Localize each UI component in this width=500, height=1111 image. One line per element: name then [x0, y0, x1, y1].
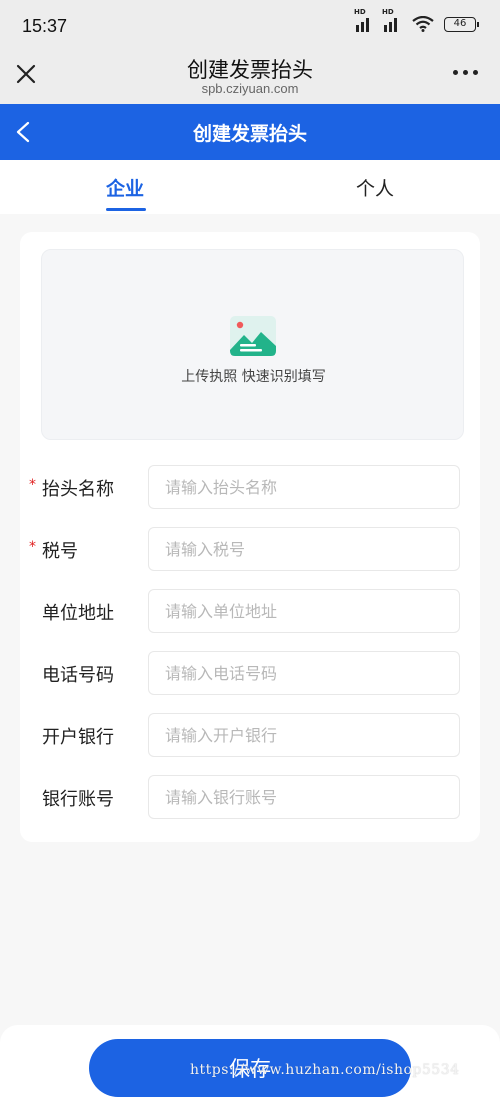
bank-account-input[interactable]	[148, 775, 460, 819]
more-icon[interactable]	[453, 70, 478, 75]
required-mark: *	[29, 539, 36, 555]
field-phone-number: 电话号码	[20, 651, 480, 695]
upload-license-button[interactable]: 上传执照 快速识别填写	[41, 249, 464, 440]
field-label: 抬头名称	[42, 479, 114, 500]
phone-number-input[interactable]	[148, 651, 460, 695]
company-address-input[interactable]	[148, 589, 460, 633]
field-title-name: * 抬头名称	[20, 465, 480, 509]
tab-company[interactable]: 企业	[0, 174, 250, 201]
page-title: 创建发票抬头	[192, 123, 307, 145]
status-bar: 15:37 HD HD 46	[0, 0, 500, 52]
title-name-input[interactable]	[148, 465, 460, 509]
required-mark: *	[29, 477, 36, 493]
field-label: 电话号码	[42, 665, 114, 686]
invoice-form-card: 上传执照 快速识别填写 * 抬头名称 * 税号 单位地址 电话号码 开户银行 银…	[20, 232, 480, 842]
signal-icon: HD	[354, 8, 374, 32]
status-icons: HD HD 46	[354, 8, 479, 32]
field-label: 银行账号	[42, 789, 114, 810]
status-time: 15:37	[22, 16, 68, 36]
field-label: 税号	[42, 541, 78, 562]
field-bank-name: 开户银行	[20, 713, 480, 757]
webview-title: 创建发票抬头	[187, 58, 313, 82]
field-bank-account: 银行账号	[20, 775, 480, 819]
image-upload-icon	[230, 316, 276, 356]
tab-personal[interactable]: 个人	[250, 174, 500, 201]
battery-icon: 46	[444, 16, 479, 32]
signal-icon: HD	[382, 8, 402, 32]
tab-active-indicator	[106, 208, 146, 211]
wifi-icon	[412, 16, 434, 32]
webview-header: 创建发票抬头 spb.cziyuan.com	[0, 52, 500, 104]
watermark-text: https://www.huzhan.com/ishop5534	[190, 1062, 460, 1078]
field-label: 单位地址	[42, 603, 114, 624]
field-tax-number: * 税号	[20, 527, 480, 571]
upload-hint: 上传执照 快速识别填写	[181, 369, 326, 385]
field-label: 开户银行	[42, 727, 114, 748]
nav-bar: 创建发票抬头	[0, 104, 500, 160]
webview-url: spb.cziyuan.com	[201, 81, 299, 96]
field-company-address: 单位地址	[20, 589, 480, 633]
tab-bar: 企业 个人	[0, 160, 500, 214]
bank-name-input[interactable]	[148, 713, 460, 757]
tax-number-input[interactable]	[148, 527, 460, 571]
